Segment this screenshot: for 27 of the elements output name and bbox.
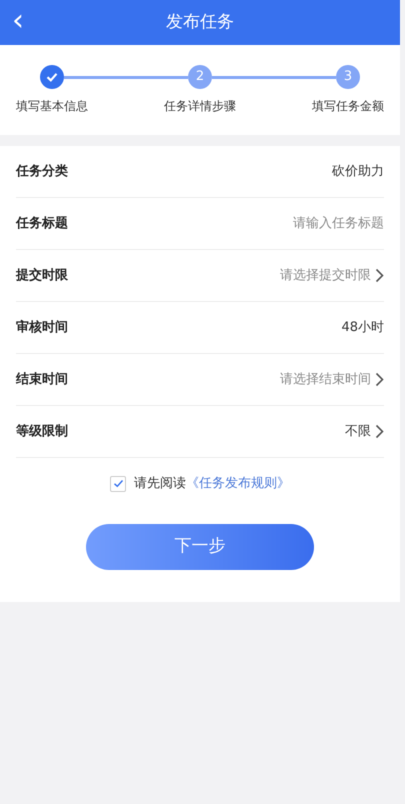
agree-checkbox[interactable] xyxy=(110,476,126,492)
step-number: 3 xyxy=(336,65,360,89)
field-label: 结束时间 xyxy=(16,370,68,389)
back-button[interactable]: ‹ xyxy=(0,0,36,45)
agreement-text: 请先阅读 xyxy=(134,475,186,493)
step-number: 2 xyxy=(188,65,212,89)
select-field[interactable]: 请选择结束时间 xyxy=(280,370,384,390)
step-label: 填写任务金额 xyxy=(312,98,384,115)
input-field[interactable]: 请输入任务标题 xyxy=(184,214,384,234)
page-title: 发布任务 xyxy=(166,10,234,34)
field-label: 提交时限 xyxy=(16,266,68,285)
step-label: 任务详情步骤 xyxy=(164,98,236,115)
select-field[interactable]: 不限 xyxy=(345,422,384,442)
field-label: 任务分类 xyxy=(16,162,68,181)
field-value: 48小时 xyxy=(341,318,384,337)
chevron-right-icon xyxy=(375,424,384,439)
field-label: 审核时间 xyxy=(16,318,68,337)
chevron-right-icon xyxy=(375,372,384,387)
next-step-button[interactable]: 下一步 xyxy=(86,524,314,570)
field-label: 任务标题 xyxy=(16,214,68,233)
step-label: 填写基本信息 xyxy=(16,98,88,115)
check-icon xyxy=(112,478,124,490)
field-value: 砍价助力 xyxy=(332,162,384,181)
field-label: 等级限制 xyxy=(16,422,68,441)
rules-link[interactable]: 《任务发布规则》 xyxy=(186,474,290,494)
select-field[interactable]: 请选择提交时限 xyxy=(280,266,384,286)
chevron-right-icon xyxy=(375,268,384,283)
